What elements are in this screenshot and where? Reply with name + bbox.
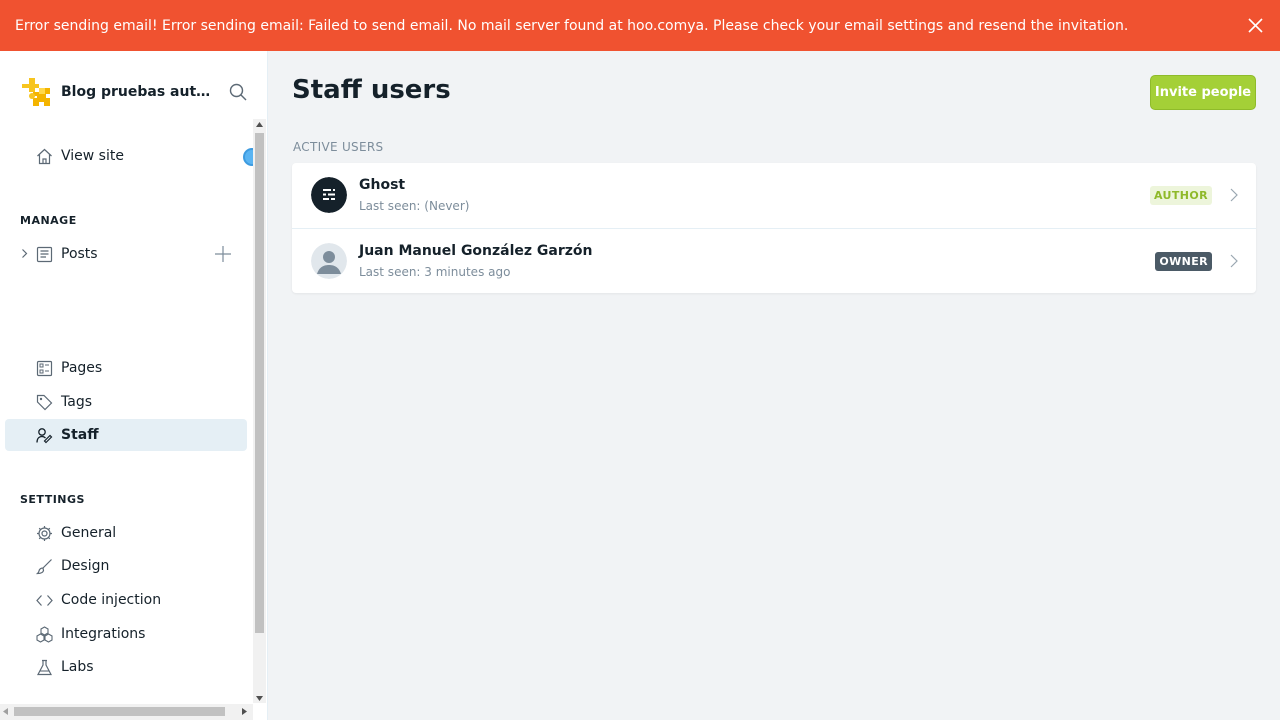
- sidebar-item-pages[interactable]: Pages: [5, 352, 247, 384]
- scrollbar-thumb[interactable]: [14, 707, 225, 716]
- sidebar-item-design[interactable]: Design: [5, 550, 247, 582]
- scroll-right-arrow-icon[interactable]: [242, 708, 247, 715]
- staff-icon: [36, 428, 53, 444]
- user-last-seen: Last seen: (Never): [359, 199, 470, 213]
- sidebar-item-label: Integrations: [61, 626, 146, 642]
- site-logo-icon: [20, 76, 52, 108]
- active-users-label: ACTIVE USERS: [293, 140, 384, 154]
- posts-icon: [36, 246, 53, 263]
- sidebar-item-label: Pages: [61, 360, 103, 376]
- sidebar-item-tags[interactable]: Tags: [5, 386, 247, 418]
- sidebar-item-labs[interactable]: Labs: [5, 651, 247, 683]
- scroll-up-arrow-icon[interactable]: [256, 122, 263, 127]
- brand[interactable]: Blog pruebas auto...: [19, 75, 211, 109]
- site-name: Blog pruebas auto...: [61, 84, 211, 100]
- sidebar-item-staff[interactable]: Staff: [5, 419, 247, 451]
- sidebar-item-code-injection[interactable]: Code injection: [5, 584, 247, 616]
- user-avatar-icon: [311, 243, 347, 279]
- user-name: Ghost: [359, 177, 406, 193]
- sidebar-item-integrations[interactable]: Integrations: [5, 618, 247, 650]
- sidebar-item-label: Code injection: [61, 592, 162, 608]
- home-icon: [37, 148, 52, 165]
- role-badge: OWNER: [1155, 252, 1212, 271]
- sidebar-item-view-site[interactable]: View site: [5, 140, 247, 172]
- user-name: Juan Manuel González Garzón: [359, 243, 593, 259]
- integrations-icon: [36, 626, 53, 643]
- error-alert-banner: Error sending email! Error sending email…: [0, 0, 1280, 51]
- tag-icon: [36, 394, 53, 411]
- alert-message: Error sending email! Error sending email…: [15, 17, 1129, 34]
- sidebar-item-label: Posts: [61, 246, 98, 262]
- sidebar-horizontal-scrollbar[interactable]: [0, 704, 253, 720]
- sidebar: Blog pruebas auto... View site MANAGE Po…: [0, 51, 268, 720]
- sidebar-item-label: Labs: [61, 659, 94, 675]
- scroll-left-arrow-icon[interactable]: [3, 708, 8, 715]
- user-row[interactable]: Ghost Last seen: (Never) AUTHOR: [292, 163, 1256, 228]
- close-icon[interactable]: [1247, 17, 1264, 34]
- user-row[interactable]: Juan Manuel González Garzón Last seen: 3…: [292, 228, 1256, 293]
- search-icon[interactable]: [228, 82, 248, 102]
- flask-icon: [37, 659, 52, 676]
- manage-section-title: MANAGE: [20, 214, 77, 227]
- invite-people-button[interactable]: Invite people: [1150, 75, 1256, 110]
- add-post-icon[interactable]: [214, 245, 232, 263]
- page-title: Staff users: [292, 75, 451, 105]
- pages-icon: [36, 360, 53, 377]
- ghost-avatar-icon: [311, 177, 347, 213]
- settings-section-title: SETTINGS: [20, 493, 85, 506]
- sidebar-item-label: View site: [61, 148, 124, 164]
- sidebar-item-posts[interactable]: Posts: [5, 238, 247, 270]
- chevron-right-icon: [1230, 254, 1238, 268]
- sidebar-item-label: Staff: [61, 427, 99, 443]
- sidebar-item-label: Design: [61, 558, 110, 574]
- main-content: Staff users Invite people ACTIVE USERS G…: [268, 51, 1280, 720]
- brush-icon: [36, 559, 52, 575]
- scroll-down-arrow-icon[interactable]: [256, 696, 263, 701]
- sidebar-item-label: Tags: [61, 394, 92, 410]
- sidebar-vertical-scrollbar[interactable]: [253, 119, 266, 703]
- user-last-seen: Last seen: 3 minutes ago: [359, 265, 511, 279]
- active-users-list: Ghost Last seen: (Never) AUTHOR Juan Man…: [292, 163, 1256, 293]
- code-icon: [36, 595, 53, 606]
- role-badge: AUTHOR: [1149, 186, 1212, 205]
- sidebar-item-label: General: [61, 525, 117, 541]
- gear-icon: [37, 526, 52, 541]
- scrollbar-thumb[interactable]: [255, 133, 264, 633]
- chevron-right-icon: [1230, 188, 1238, 202]
- sidebar-item-general[interactable]: General: [5, 517, 247, 549]
